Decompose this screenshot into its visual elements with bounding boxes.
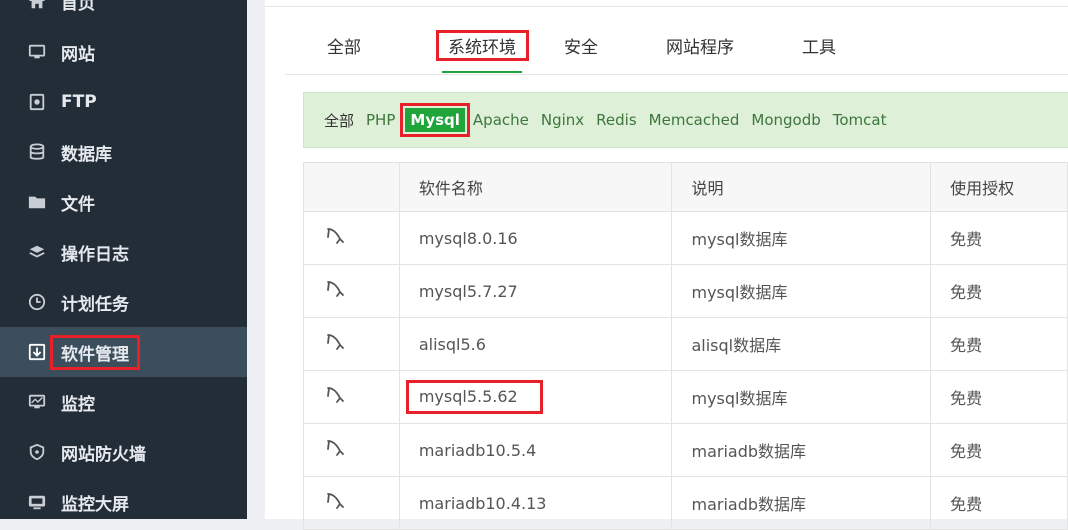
- table-row[interactable]: alisql5.6 alisql数据库 免费: [303, 317, 1068, 371]
- sidebar-item-label: 计划任务: [61, 294, 129, 315]
- software-license: 免费: [930, 476, 1068, 530]
- sidebar-item-label: 首页: [61, 0, 95, 14]
- software-description: mysql数据库: [671, 211, 932, 265]
- database-icon: [27, 142, 47, 162]
- layers-icon: [27, 242, 47, 262]
- sidebar-item-label: 监控: [61, 394, 95, 415]
- chart-monitor-icon: [27, 392, 47, 412]
- screen-icon: [27, 492, 47, 512]
- software-table: 软件名称 说明 使用授权 mysql8.0.16 mysql数据库 免费 mys…: [303, 162, 1068, 530]
- software-license: 免费: [930, 317, 1068, 371]
- table-row[interactable]: mysql8.0.16 mysql数据库 免费: [303, 211, 1068, 265]
- sidebar-item-label: 网站防火墙: [61, 444, 146, 465]
- software-description: mysql数据库: [671, 264, 932, 318]
- tab-tools[interactable]: 工具: [802, 28, 836, 68]
- mysql-dolphin-icon: [324, 387, 346, 410]
- mysql-dolphin-icon: [324, 281, 346, 304]
- tab-web-programs[interactable]: 网站程序: [666, 28, 734, 68]
- monitor-icon: [27, 42, 47, 62]
- software-name-cell: mysql5.5.62: [398, 370, 673, 424]
- sidebar-item-database[interactable]: 数据库: [0, 127, 247, 177]
- sidebar: 首页 网站 FTP 数据库 文件 操作日志 计划任务 软件管理 监控 网站防火墙…: [0, 0, 247, 519]
- software-description: mariadb数据库: [671, 476, 932, 530]
- software-name: mysql8.0.16: [398, 211, 673, 265]
- software-icon-cell: [303, 264, 400, 318]
- sidebar-item-dashboard-screen[interactable]: 监控大屏: [0, 477, 247, 527]
- table-row[interactable]: mysql5.5.62 mysql数据库 免费: [303, 370, 1068, 424]
- sidebar-item-website[interactable]: 网站: [0, 27, 247, 77]
- sidebar-item-cron[interactable]: 计划任务: [0, 277, 247, 327]
- mysql-dolphin-icon: [324, 493, 346, 516]
- software-name: alisql5.6: [398, 317, 673, 371]
- software-name: mariadb10.5.4: [398, 423, 673, 477]
- mysql-dolphin-icon: [324, 334, 346, 357]
- software-description: mariadb数据库: [671, 423, 932, 477]
- software-icon-cell: [303, 211, 400, 265]
- software-icon-cell: [303, 423, 400, 477]
- shield-icon: [27, 442, 47, 462]
- sidebar-item-software[interactable]: 软件管理: [0, 327, 247, 377]
- sidebar-item-files[interactable]: 文件: [0, 177, 247, 227]
- sidebar-item-label: 软件管理: [50, 334, 140, 370]
- table-row[interactable]: mariadb10.5.4 mariadb数据库 免费: [303, 423, 1068, 477]
- tab-highlight-box: [436, 30, 529, 61]
- column-header-icon: [303, 162, 400, 212]
- active-tab-underline: [442, 71, 522, 73]
- software-icon-cell: [303, 476, 400, 530]
- sidebar-item-label: 监控大屏: [61, 494, 129, 515]
- sidebar-item-ftp[interactable]: FTP: [0, 77, 247, 127]
- column-header-description: 说明: [671, 162, 932, 212]
- tab-all[interactable]: 全部: [327, 28, 361, 68]
- sidebar-item-label: 数据库: [61, 144, 112, 165]
- column-header-license: 使用授权: [930, 162, 1068, 212]
- software-name: mysql5.5.62: [405, 380, 543, 414]
- sidebar-item-monitor[interactable]: 监控: [0, 377, 247, 427]
- sidebar-item-label: 文件: [61, 194, 95, 215]
- main-panel: 全部 系统环境 安全 网站程序 工具 全部 PHP Mysql Apache N…: [265, 0, 1068, 530]
- filter-memcached[interactable]: Memcached: [649, 111, 740, 129]
- mysql-dolphin-icon: [324, 440, 346, 463]
- software-license: 免费: [930, 423, 1068, 477]
- ftp-icon: [27, 92, 47, 112]
- filter-nginx[interactable]: Nginx: [541, 111, 584, 129]
- filter-php[interactable]: PHP: [366, 111, 395, 129]
- filter-redis[interactable]: Redis: [596, 111, 636, 129]
- software-license: 免费: [930, 264, 1068, 318]
- filter-mongodb[interactable]: Mongodb: [751, 111, 820, 129]
- category-tabs: 全部 系统环境 安全 网站程序 工具: [285, 22, 1068, 75]
- software-description: mysql数据库: [671, 370, 932, 424]
- software-license: 免费: [930, 370, 1068, 424]
- download-box-icon: [27, 342, 47, 362]
- filter-mysql[interactable]: Mysql: [400, 103, 470, 137]
- sidebar-item-logs[interactable]: 操作日志: [0, 227, 247, 277]
- software-license: 免费: [930, 211, 1068, 265]
- sidebar-item-label: 操作日志: [61, 244, 129, 265]
- software-icon-cell: [303, 317, 400, 371]
- filter-all[interactable]: 全部: [324, 110, 354, 131]
- folder-icon: [27, 192, 47, 212]
- sidebar-item-label: FTP: [61, 92, 97, 112]
- mysql-dolphin-icon: [324, 228, 346, 251]
- software-name: mariadb10.4.13: [398, 476, 673, 530]
- software-icon-cell: [303, 370, 400, 424]
- software-filter-bar: 全部 PHP Mysql Apache Nginx Redis Memcache…: [303, 92, 1068, 148]
- table-row[interactable]: mysql5.7.27 mysql数据库 免费: [303, 264, 1068, 318]
- table-row[interactable]: mariadb10.4.13 mariadb数据库 免费: [303, 476, 1068, 530]
- software-name: mysql5.7.27: [398, 264, 673, 318]
- filter-apache[interactable]: Apache: [473, 111, 529, 129]
- software-description: alisql数据库: [671, 317, 932, 371]
- table-header-row: 软件名称 说明 使用授权: [303, 162, 1068, 212]
- sidebar-item-home[interactable]: 首页: [0, 0, 247, 26]
- sidebar-item-firewall[interactable]: 网站防火墙: [0, 427, 247, 477]
- top-divider: [265, 0, 1068, 7]
- home-icon: [27, 0, 47, 11]
- sidebar-item-label: 网站: [61, 44, 95, 65]
- clock-icon: [27, 292, 47, 312]
- tab-security[interactable]: 安全: [564, 28, 598, 68]
- column-header-name[interactable]: 软件名称: [398, 162, 673, 212]
- filter-tomcat[interactable]: Tomcat: [833, 111, 887, 129]
